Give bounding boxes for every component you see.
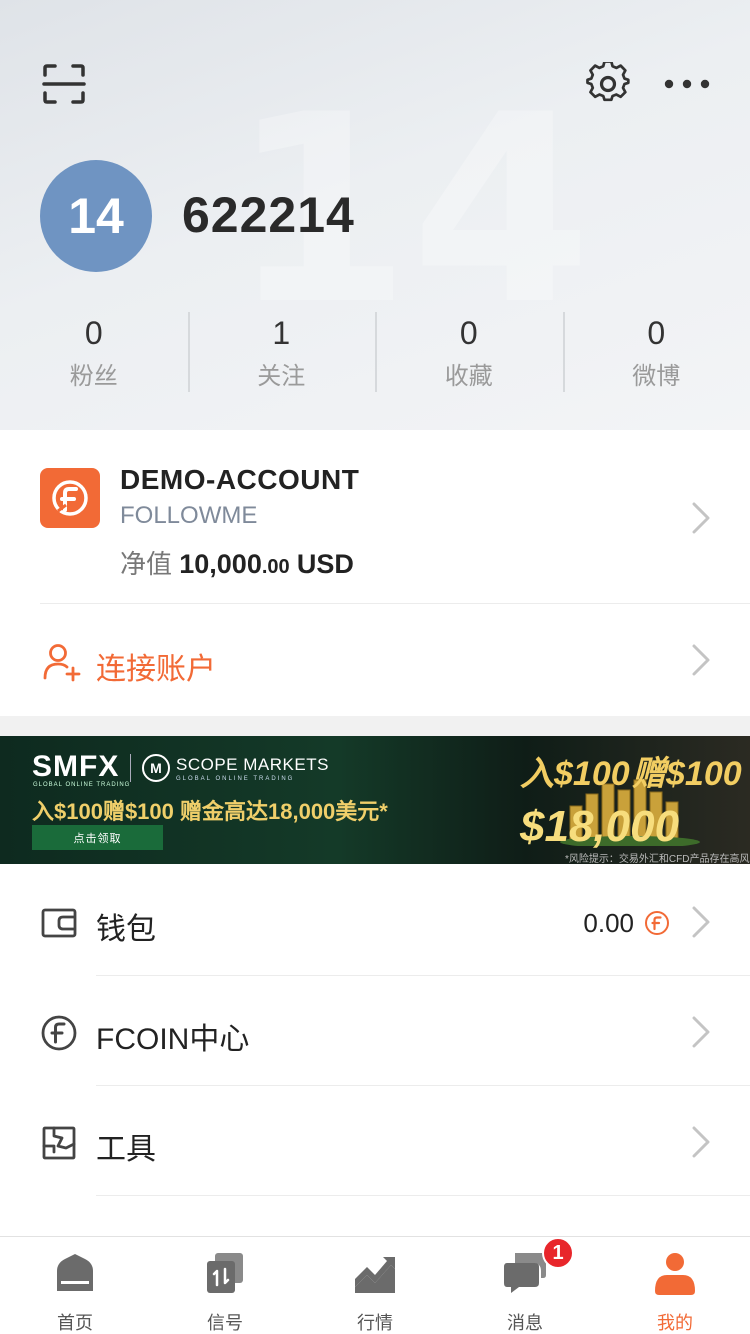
signals-icon: [207, 1253, 243, 1293]
stat-favorites[interactable]: 0 收藏: [375, 310, 563, 394]
user-profile-icon: [655, 1253, 695, 1295]
smfx-logo: SMFX: [32, 750, 120, 783]
account-equity: 净值 10,000.00 USD: [120, 544, 354, 581]
stats-row: 0 粉丝 1 关注 0 收藏 0 微博: [0, 310, 750, 394]
gear-icon: [586, 60, 630, 102]
tab-label: 信号: [207, 1313, 243, 1333]
banner-cta-button[interactable]: 点击领取: [32, 825, 163, 850]
stat-value: 0: [459, 315, 478, 351]
wallet-balance: 0.00: [583, 908, 634, 938]
tab-signals[interactable]: 信号: [150, 1237, 300, 1334]
tab-label: 行情: [357, 1313, 393, 1333]
section-gap: [0, 716, 750, 736]
stat-label: 粉丝: [69, 363, 118, 390]
stat-value: 0: [84, 315, 103, 351]
tab-label: 我的: [657, 1313, 693, 1333]
stat-value: 0: [647, 315, 666, 351]
add-user-icon: [43, 644, 81, 682]
tab-mine[interactable]: 我的: [600, 1237, 750, 1334]
connect-account-button[interactable]: 连接账户: [0, 604, 750, 716]
profile-header: 14 14 622214 0 粉丝 1 关注 0 收藏 0 微博: [0, 0, 750, 430]
tools-icon: [42, 1126, 76, 1160]
menu-item-fcoin[interactable]: FCOIN中心: [0, 976, 750, 1086]
menu-item-tools[interactable]: 工具: [0, 1086, 750, 1196]
fcoin-label: FCOIN中心: [96, 1023, 250, 1056]
settings-button[interactable]: [584, 60, 632, 106]
equity-label: 净值: [120, 549, 173, 579]
chevron-right-icon: [692, 644, 710, 676]
account-name: DEMO-ACCOUNT: [120, 464, 360, 495]
tab-messages[interactable]: 1 消息: [450, 1237, 600, 1334]
banner-headline-left: 入$100: [520, 755, 630, 793]
home-icon: [57, 1254, 93, 1291]
banner-headline-big: $18,000: [520, 802, 680, 851]
menu-item-wallet[interactable]: 钱包 0.00: [0, 866, 750, 976]
bottom-tab-bar: 首页 信号 行情 1 消息 我的: [0, 1236, 750, 1334]
username: 622214: [182, 187, 355, 243]
stat-fans[interactable]: 0 粉丝: [0, 310, 188, 394]
chevron-right-icon: [692, 502, 710, 534]
wallet-label: 钱包: [96, 913, 156, 946]
tab-label: 首页: [57, 1313, 93, 1333]
chevron-right-icon: [692, 906, 710, 938]
stat-label: 收藏: [444, 363, 493, 390]
scope-markets-tagline: GLOBAL ONLINE TRADING: [176, 776, 295, 782]
equity-value: 10,000: [179, 549, 262, 579]
stat-weibo[interactable]: 0 微博: [562, 310, 750, 394]
scan-button[interactable]: [40, 62, 88, 106]
wallet-icon: [41, 908, 77, 938]
account-broker: FOLLOWME: [120, 502, 258, 529]
promo-banner[interactable]: SMFX GLOBAL ONLINE TRADING M SCOPE MARKE…: [0, 736, 750, 864]
scope-markets-name: SCOPE MARKETS: [176, 755, 329, 774]
account-row[interactable]: DEMO-ACCOUNT FOLLOWME 净值 10,000.00 USD: [0, 430, 750, 603]
followme-logo-icon: [40, 468, 100, 528]
divider: [96, 1195, 750, 1196]
banner-separator: [130, 754, 131, 782]
message-bubble-icon: [504, 1253, 546, 1293]
equity-decimals: .00: [261, 556, 290, 578]
fcoin-icon: [645, 911, 669, 935]
tab-label: 消息: [507, 1313, 543, 1333]
stat-label: 微博: [632, 363, 681, 390]
chevron-right-icon: [692, 1016, 710, 1048]
banner-promo-text: 入$100赠$100 赠金高达18,000美元*: [32, 799, 388, 824]
more-icon: [664, 79, 710, 89]
fcoin-icon: [41, 1015, 77, 1051]
connect-account-label: 连接账户: [96, 653, 216, 686]
stat-label: 关注: [257, 363, 306, 390]
stat-following[interactable]: 1 关注: [187, 310, 376, 394]
stat-value: 1: [272, 315, 291, 351]
scope-markets-logo-icon: M: [142, 754, 170, 782]
tools-label: 工具: [96, 1133, 156, 1166]
smfx-tagline: GLOBAL ONLINE TRADING: [33, 782, 131, 788]
more-button[interactable]: [662, 62, 712, 106]
tab-home[interactable]: 首页: [0, 1237, 150, 1334]
avatar[interactable]: 14: [40, 160, 152, 272]
market-chart-icon: [355, 1257, 395, 1293]
account-card: DEMO-ACCOUNT FOLLOWME 净值 10,000.00 USD 连…: [0, 430, 750, 716]
tab-market[interactable]: 行情: [300, 1237, 450, 1334]
equity-currency: USD: [296, 549, 354, 579]
banner-risk-warning: *风险提示：交易外汇和CFD产品存在高风险: [565, 854, 750, 864]
banner-headline-right: 赠$100: [632, 755, 742, 793]
chevron-right-icon: [692, 1126, 710, 1158]
unread-badge: 1: [542, 1237, 574, 1269]
scan-icon: [42, 64, 86, 104]
